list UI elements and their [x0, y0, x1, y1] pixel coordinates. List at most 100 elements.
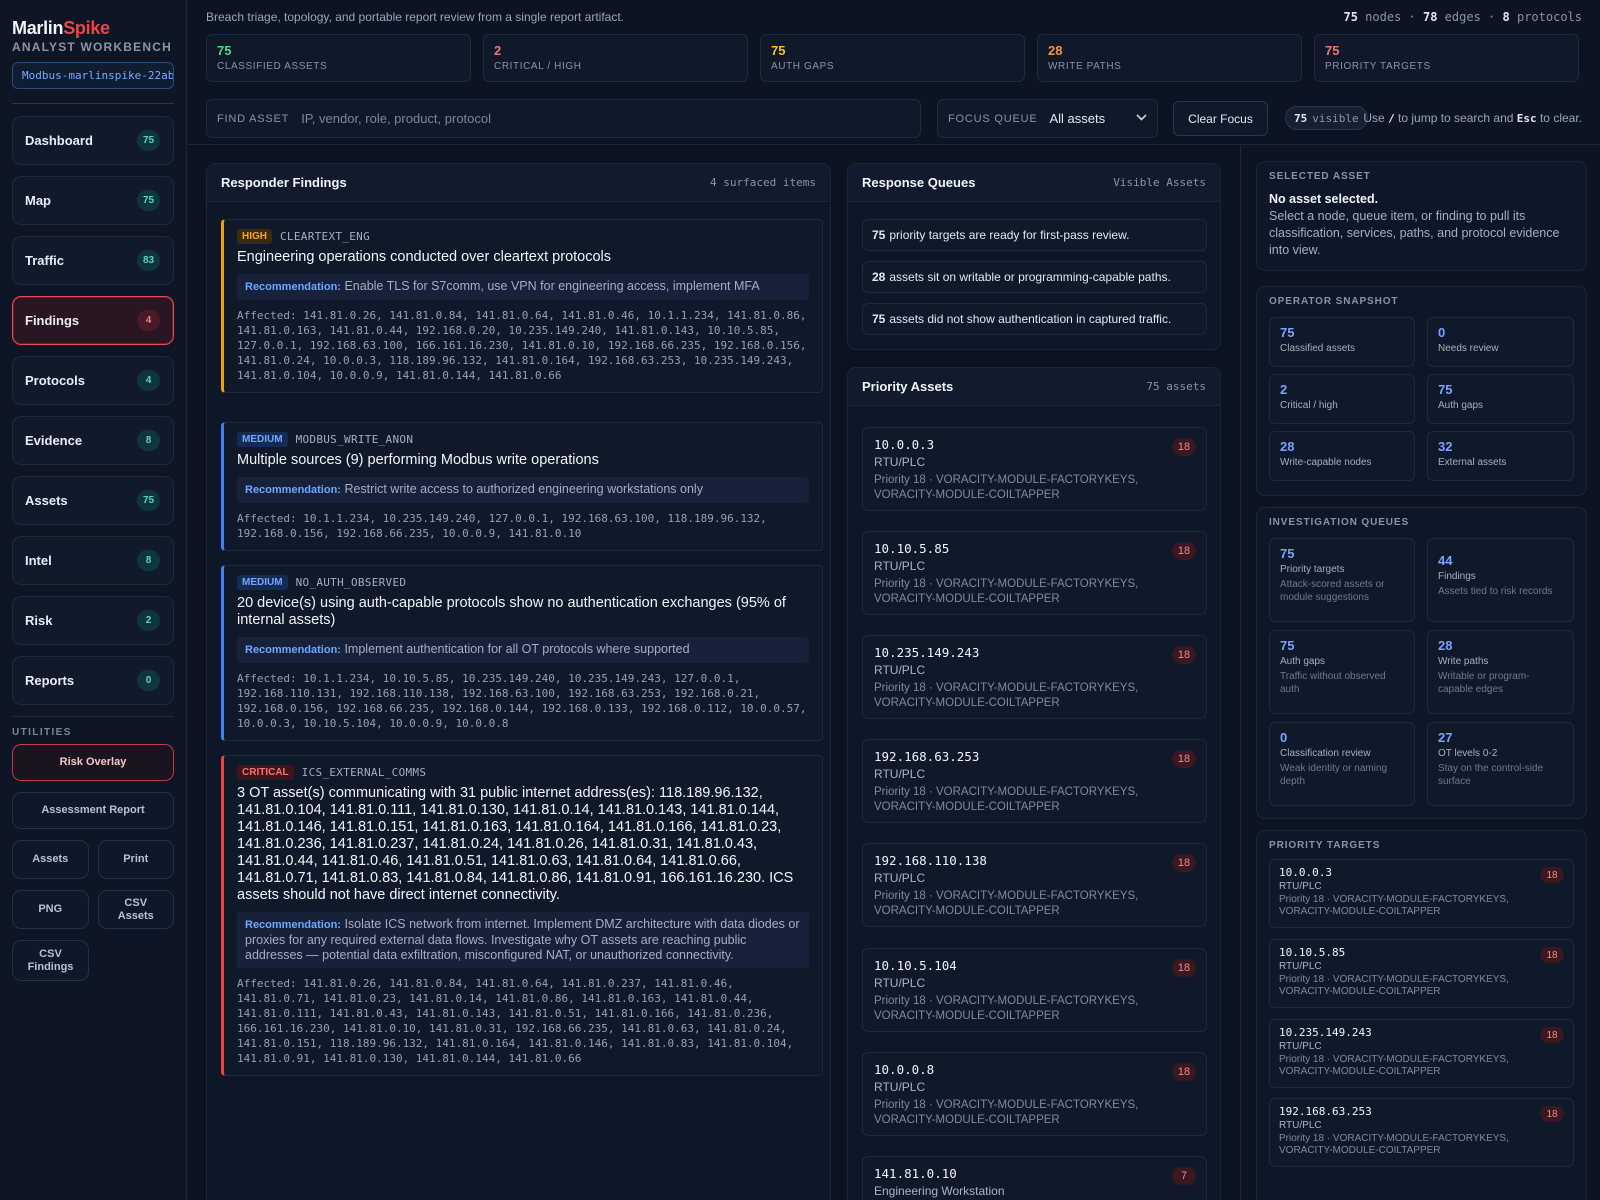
nav-label: Findings [25, 313, 80, 328]
nav-badge: 75 [137, 190, 160, 211]
stat-label: CRITICAL / HIGH [494, 61, 582, 72]
queue-item[interactable]: 75 assets did not show authentication in … [862, 303, 1207, 335]
sidebar-item-dashboard[interactable]: Dashboard 75 [12, 116, 174, 165]
snapshot-card[interactable]: 28 Write-capable nodes [1269, 431, 1415, 481]
asset-card[interactable]: 10.235.149.243 RTU/PLC Priority 18 · VOR… [862, 635, 1207, 719]
queue-item[interactable]: 28 assets sit on writable or programming-… [862, 261, 1207, 293]
priority-target-card[interactable]: 10.10.5.85 RTU/PLC Priority 18 · VORACIT… [1269, 939, 1574, 1008]
session-pill[interactable]: Modbus-marlinspike-22ab [12, 62, 174, 89]
search-label: FIND ASSET [217, 112, 290, 125]
sidebar-item-evidence[interactable]: Evidence 8 [12, 416, 174, 465]
investigation-card[interactable]: 75 Priority targets Attack-scored assets… [1269, 538, 1415, 622]
finding-affected: Affected: 10.1.1.234, 10.235.149.240, 12… [237, 512, 767, 540]
score-badge: 18 [1172, 959, 1196, 977]
snapshot-card[interactable]: 75 Auth gaps [1427, 374, 1574, 424]
sidebar-item-risk[interactable]: Risk 2 [12, 596, 174, 645]
asset-card[interactable]: 192.168.63.253 RTU/PLC Priority 18 · VOR… [862, 739, 1207, 823]
stat-value: 2 [494, 43, 502, 58]
investigation-value: 75 [1280, 546, 1295, 561]
target-priority: Priority 18 · VORACITY-MODULE-FACTORYKEY… [1279, 894, 1509, 917]
sidebar-item-intel[interactable]: Intel 8 [12, 536, 174, 585]
finding-recommendation: Recommendation: Enable TLS for S7comm, u… [237, 274, 809, 300]
brand-logo[interactable]: MarlinSpike [12, 18, 174, 38]
finding-title: 20 device(s) using auth-capable protocol… [237, 595, 786, 628]
export-csv-findings-button[interactable]: CSV Findings [12, 940, 89, 981]
asset-role: RTU/PLC [874, 871, 926, 885]
asset-card[interactable]: 10.10.5.104 RTU/PLC Priority 18 · VORACI… [862, 948, 1207, 1032]
stat-classified-assets[interactable]: 75 CLASSIFIED ASSETS [206, 34, 471, 82]
priority-target-card[interactable]: 192.168.63.253 RTU/PLC Priority 18 · VOR… [1269, 1098, 1574, 1167]
asset-role: RTU/PLC [874, 455, 926, 469]
nav-badge: 75 [137, 490, 160, 511]
finding-card[interactable]: MEDIUM MODBUS_WRITE_ANON Multiple source… [221, 422, 823, 551]
asset-card[interactable]: 192.168.110.138 RTU/PLC Priority 18 · VO… [862, 843, 1207, 927]
export-csv-assets-button[interactable]: CSV Assets [97, 890, 174, 929]
queues-panel-header: Response Queues Visible Assets [848, 164, 1220, 202]
investigation-value: 27 [1438, 730, 1453, 745]
asset-ip: 141.81.0.10 [874, 1166, 957, 1181]
investigation-card[interactable]: 28 Write paths Writable or program-capab… [1427, 630, 1574, 714]
nav-label: Dashboard [25, 133, 93, 148]
focus-queue-select[interactable]: FOCUS QUEUE All assets [937, 99, 1158, 138]
priority-target-card[interactable]: 10.0.0.3 RTU/PLC Priority 18 · VORACITY-… [1269, 859, 1574, 928]
asset-role: RTU/PLC [874, 663, 926, 677]
search-box: FIND ASSET [206, 99, 921, 138]
priority-targets-section: PRIORITY TARGETS 10.0.0.3 RTU/PLC Priori… [1256, 830, 1587, 1200]
tagline: Breach triage, topology, and portable re… [206, 10, 624, 24]
asset-priority: Priority 18 · VORACITY-MODULE-FACTORYKEY… [874, 890, 1139, 917]
score-badge: 18 [1540, 1027, 1564, 1043]
snapshot-card[interactable]: 2 Critical / high [1269, 374, 1415, 424]
sidebar-item-assets[interactable]: Assets 75 [12, 476, 174, 525]
snapshot-card[interactable]: 32 External assets [1427, 431, 1574, 481]
priority-target-card[interactable]: 10.235.149.243 RTU/PLC Priority 18 · VOR… [1269, 1019, 1574, 1088]
sidebar-item-protocols[interactable]: Protocols 4 [12, 356, 174, 405]
asset-ip: 10.0.0.8 [874, 1062, 935, 1077]
asset-priority: Priority 18 · VORACITY-MODULE-FACTORYKEY… [874, 1099, 1139, 1126]
investigation-card[interactable]: 44 Findings Assets tied to risk records [1427, 538, 1574, 622]
finding-code: MODBUS_WRITE_ANON [295, 433, 414, 446]
asset-card[interactable]: 10.0.0.3 RTU/PLC Priority 18 · VORACITY-… [862, 427, 1207, 511]
export-assets-button[interactable]: Assets [12, 840, 89, 879]
finding-card[interactable]: MEDIUM NO_AUTH_OBSERVED 20 device(s) usi… [221, 565, 823, 741]
response-queues-panel: Response Queues Visible Assets 75 priorit… [847, 163, 1221, 350]
risk-overlay-button[interactable]: Risk Overlay [12, 744, 174, 781]
stat-value: 75 [771, 43, 786, 58]
investigation-card[interactable]: 75 Auth gaps Traffic without observed au… [1269, 630, 1415, 714]
search-input[interactable] [301, 111, 862, 126]
asset-card[interactable]: 141.81.0.10 Engineering Workstation 7 [862, 1156, 1207, 1200]
target-ip: 10.0.0.3 [1279, 866, 1332, 879]
sidebar-item-map[interactable]: Map 75 [12, 176, 174, 225]
snapshot-card[interactable]: 0 Needs review [1427, 317, 1574, 367]
investigation-sub: Traffic without observed auth [1280, 671, 1386, 695]
asset-ip: 192.168.110.138 [874, 853, 987, 868]
asset-role: RTU/PLC [874, 976, 926, 990]
stat-priority-targets[interactable]: 75 PRIORITY TARGETS [1314, 34, 1579, 82]
sidebar-item-findings[interactable]: Findings 4 [12, 296, 174, 345]
investigation-card[interactable]: 27 OT levels 0-2 Stay on the control-sid… [1427, 722, 1574, 806]
assessment-report-button[interactable]: Assessment Report [12, 792, 174, 829]
investigation-sub: Assets tied to risk records [1438, 586, 1553, 597]
keyboard-hint: Use / to jump to search and Esc to clear… [1363, 111, 1582, 125]
utility-row-1: Assets Print [12, 840, 174, 879]
export-png-button[interactable]: PNG [12, 890, 89, 929]
finding-card[interactable]: HIGH CLEARTEXT_ENG Engineering operation… [221, 219, 823, 393]
snapshot-value: 32 [1438, 439, 1453, 454]
nav-label: Map [25, 193, 51, 208]
investigation-value: 0 [1280, 730, 1288, 745]
print-button[interactable]: Print [97, 840, 174, 879]
investigation-card[interactable]: 0 Classification review Weak identity or… [1269, 722, 1415, 806]
stat-auth-gaps[interactable]: 75 AUTH GAPS [760, 34, 1025, 82]
snapshot-card[interactable]: 75 Classified assets [1269, 317, 1415, 367]
asset-card[interactable]: 10.10.5.85 RTU/PLC Priority 18 · VORACIT… [862, 531, 1207, 615]
sidebar-item-traffic[interactable]: Traffic 83 [12, 236, 174, 285]
stat-label: CLASSIFIED ASSETS [217, 61, 328, 72]
finding-card[interactable]: CRITICAL ICS_EXTERNAL_COMMS 3 OT asset(s… [221, 755, 823, 1076]
stat-critical-high[interactable]: 2 CRITICAL / HIGH [483, 34, 748, 82]
queue-item[interactable]: 75 priority targets are ready for first-p… [862, 219, 1207, 251]
section-title: SELECTED ASSET [1269, 171, 1371, 182]
asset-card[interactable]: 10.0.0.8 RTU/PLC Priority 18 · VORACITY-… [862, 1052, 1207, 1136]
sidebar-item-reports[interactable]: Reports 0 [12, 656, 174, 705]
stat-write-paths[interactable]: 28 WRITE PATHS [1037, 34, 1302, 82]
severity-badge: MEDIUM [237, 432, 288, 447]
clear-focus-button[interactable]: Clear Focus [1173, 101, 1268, 136]
